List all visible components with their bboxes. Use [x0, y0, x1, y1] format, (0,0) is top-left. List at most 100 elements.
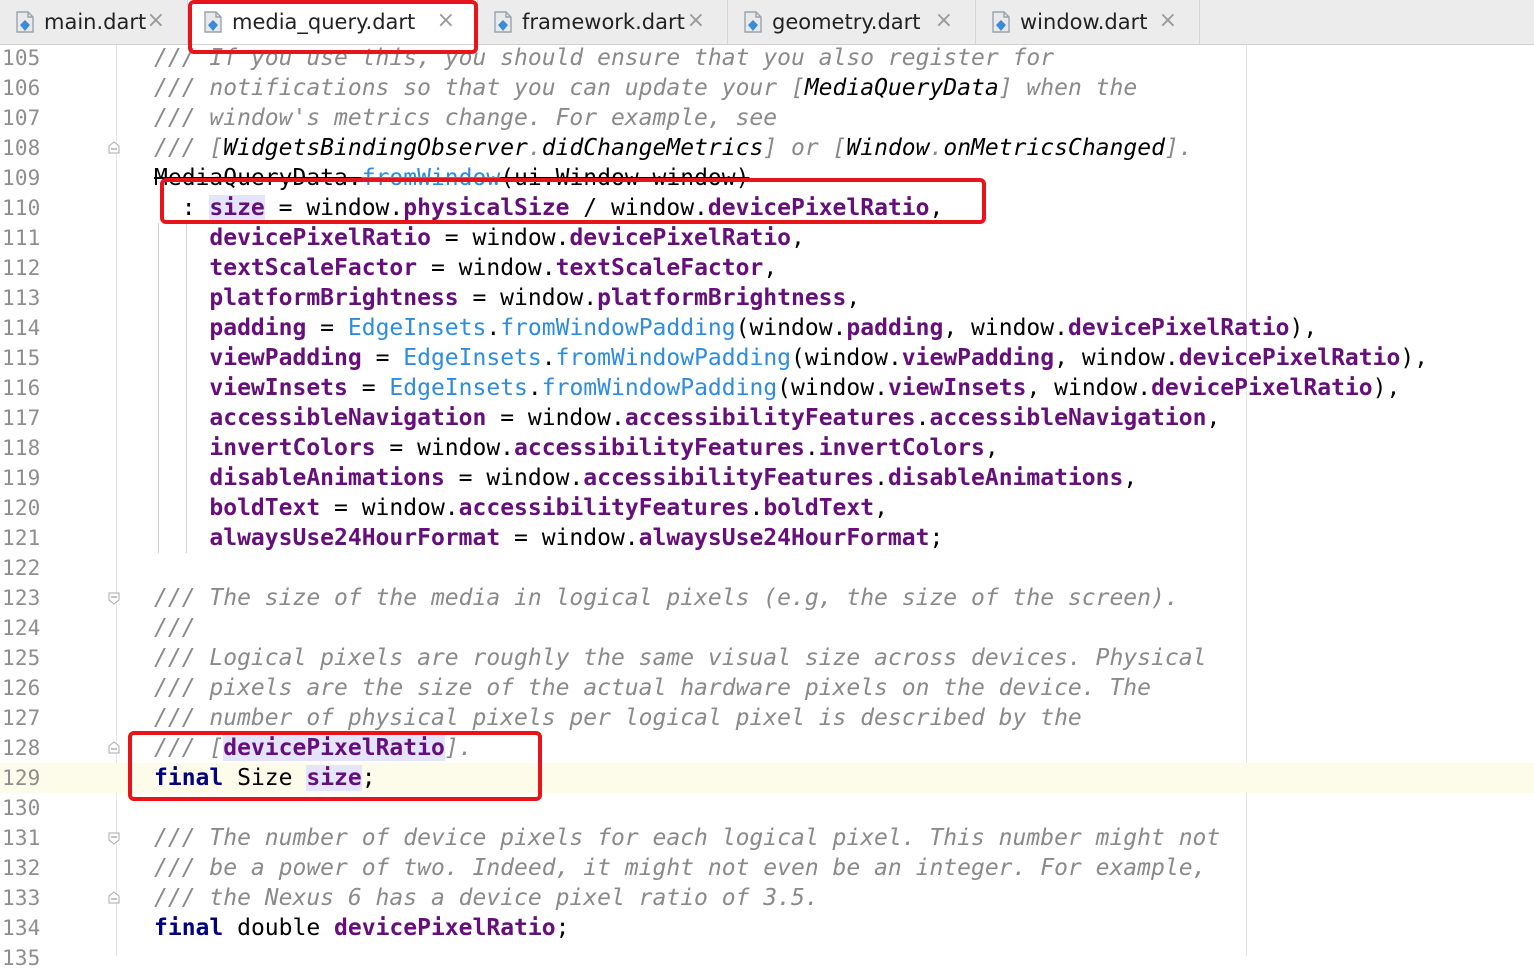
code-line[interactable]: 118 invertColors = window.accessibilityF…	[0, 433, 1534, 463]
code-token: .	[749, 495, 764, 521]
code-token: , window.	[1026, 375, 1152, 401]
code-line[interactable]: 106 /// notifications so that you can upd…	[0, 73, 1534, 103]
code-line[interactable]: 115 viewPadding = EdgeInsets.fromWindowP…	[0, 343, 1534, 373]
code-token: padding	[209, 315, 307, 341]
code-line[interactable]: 131 /// The number of device pixels for e…	[0, 823, 1534, 853]
tab-geometry-dart[interactable]: geometry.dart ×	[728, 0, 976, 44]
close-icon[interactable]: ×	[1159, 8, 1177, 33]
code-token: fromWindowPadding	[500, 315, 736, 341]
code-line[interactable]: 113 platformBrightness = window.platform…	[0, 283, 1534, 313]
code-token: ,	[791, 225, 805, 251]
code-token: final	[154, 915, 224, 941]
code-token: viewPadding	[901, 345, 1055, 371]
code-token: ,	[763, 255, 778, 281]
code-line[interactable]: 127 /// number of physical pixels per log…	[0, 703, 1534, 733]
fold-collapse-icon[interactable]	[107, 141, 121, 155]
code-token: viewInsets	[887, 375, 1027, 401]
fold-expand-icon[interactable]	[107, 591, 121, 605]
fold-collapse-icon[interactable]	[107, 741, 121, 755]
code-token: ,	[846, 285, 861, 311]
dart-file-icon	[992, 11, 1010, 33]
code-token: accessibleNavigation	[929, 405, 1207, 431]
code-token: viewPadding	[209, 345, 362, 371]
code-token: = window.	[417, 255, 556, 281]
code-line[interactable]: 132 /// be a power of two. Indeed, it mig…	[0, 853, 1534, 883]
code-token: (window.	[735, 315, 847, 341]
code-token: ),	[1289, 315, 1318, 341]
code-token: accessibilityFeatures	[458, 495, 750, 521]
line-number: 111	[2, 226, 41, 250]
code-text: /// The size of the media in logical pix…	[154, 583, 1179, 613]
code-token: /// notifications so that you can update…	[154, 75, 805, 101]
code-token: invertColors	[209, 435, 376, 461]
line-number: 105	[2, 46, 41, 70]
tab-framework-dart[interactable]: framework.dart ×	[478, 0, 728, 44]
code-line[interactable]: 116 viewInsets = EdgeInsets.fromWindowPa…	[0, 373, 1534, 403]
code-line[interactable]: 120 boldText = window.accessibilityFeatu…	[0, 493, 1534, 523]
code-token: alwaysUse24HourFormat	[638, 525, 930, 551]
code-token: onMetricsChanged	[943, 135, 1165, 161]
code-token: devicePixelRatio	[1178, 345, 1401, 371]
code-token: ,	[874, 495, 888, 521]
code-line[interactable]: 134 final double devicePixelRatio;	[0, 913, 1534, 943]
code-text: /// number of physical pixels per logica…	[154, 703, 1082, 733]
line-number: 122	[2, 556, 41, 580]
line-number: 129	[2, 766, 41, 790]
dart-file-icon	[16, 11, 34, 33]
close-icon[interactable]: ×	[935, 8, 953, 33]
code-line[interactable]: 125 /// Logical pixels are roughly the sa…	[0, 643, 1534, 673]
code-token: platformBrightness	[597, 285, 847, 311]
code-line[interactable]: 119 disableAnimations = window.accessibi…	[0, 463, 1534, 493]
fold-collapse-icon[interactable]	[107, 891, 121, 905]
code-text: /// be a power of two. Indeed, it might …	[154, 853, 1206, 883]
line-number: 130	[2, 796, 41, 820]
close-icon[interactable]: ×	[147, 8, 165, 33]
code-line[interactable]: 123 /// The size of the media in logical …	[0, 583, 1534, 613]
code-text: /// the Nexus 6 has a device pixel ratio…	[154, 883, 819, 913]
code-line[interactable]: 117 accessibleNavigation = window.access…	[0, 403, 1534, 433]
code-line[interactable]: 114 padding = EdgeInsets.fromWindowPaddi…	[0, 313, 1534, 343]
code-token: = window.	[430, 225, 570, 251]
code-token: WidgetsBindingObserver	[223, 135, 528, 161]
code-token: EdgeInsets	[403, 345, 542, 371]
code-token: =	[361, 345, 404, 371]
code-token: MediaQueryData	[804, 75, 999, 101]
line-number: 123	[2, 586, 41, 610]
tab-main-dart[interactable]: main.dart ×	[0, 0, 188, 44]
code-token: /// pixels are the size of the actual ha…	[154, 675, 1151, 701]
code-text: /// Logical pixels are roughly the same …	[154, 643, 1206, 673]
code-token: /// the Nexus 6 has a device pixel ratio…	[154, 885, 819, 911]
code-token: accessibilityFeatures	[624, 405, 916, 431]
line-number: 115	[2, 346, 41, 370]
code-text: /// The number of device pixels for each…	[154, 823, 1220, 853]
tab-window-dart[interactable]: window.dart ×	[976, 0, 1200, 44]
code-line[interactable]: 108/// [WidgetsBindingObserver.didChange…	[0, 133, 1534, 163]
close-icon[interactable]: ×	[687, 8, 705, 33]
code-token: ;	[555, 915, 570, 941]
code-line[interactable]: 122	[0, 553, 1534, 583]
line-number: 133	[2, 886, 41, 910]
fold-expand-icon[interactable]	[107, 831, 121, 845]
code-line[interactable]: 121 alwaysUse24HourFormat = window.alway…	[0, 523, 1534, 553]
code-line[interactable]: 124 ///	[0, 613, 1534, 643]
code-token: devicePixelRatio	[1151, 375, 1373, 401]
code-token: textScaleFactor	[209, 255, 418, 281]
code-token: viewInsets	[209, 375, 348, 401]
code-token: /// The number of device pixels for each…	[154, 825, 1221, 851]
code-token: .	[527, 375, 542, 401]
code-token: disableAnimations	[887, 465, 1124, 491]
code-token: boldText	[209, 495, 321, 521]
code-line[interactable]: 112 textScaleFactor = window.textScaleFa…	[0, 253, 1534, 283]
code-line[interactable]: 133 /// the Nexus 6 has a device pixel ra…	[0, 883, 1534, 913]
code-token: .	[541, 345, 556, 371]
code-line[interactable]: 126 /// pixels are the size of the actual…	[0, 673, 1534, 703]
code-line[interactable]: 111 devicePixelRatio = window.devicePixe…	[0, 223, 1534, 253]
tab-label: framework.dart	[522, 10, 685, 34]
code-line[interactable]: 107 /// window's metrics change. For exam…	[0, 103, 1534, 133]
code-line[interactable]: 135	[0, 943, 1534, 973]
